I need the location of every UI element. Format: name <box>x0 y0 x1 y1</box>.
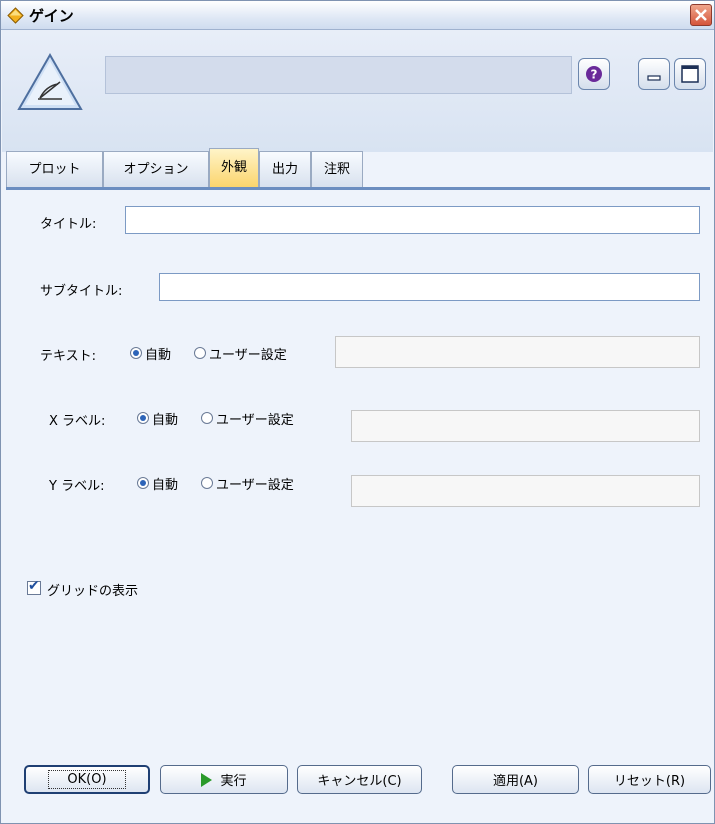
radio-unselected-icon <box>194 347 206 359</box>
xlabel-auto-label: 自動 <box>152 412 179 428</box>
tab-plot[interactable]: プロット <box>6 151 103 187</box>
radio-selected-icon <box>137 477 149 489</box>
reset-button[interactable]: リセット(R) <box>588 765 711 794</box>
dialog-window: ゲイン ? プロット オプション 外観 出力 注釈 タイトル: サブタイトル: … <box>0 0 715 824</box>
minimize-button[interactable] <box>638 58 670 90</box>
ylabel-label: Y ラベル: <box>49 479 105 494</box>
apply-button-label: 適用(A) <box>492 774 539 789</box>
subtitle-label: サブタイトル: <box>40 284 123 299</box>
ylabel-auto-radio[interactable]: 自動 <box>137 473 178 493</box>
title-label: タイトル: <box>40 217 97 232</box>
play-icon <box>201 772 213 787</box>
appearance-panel: タイトル: サブタイトル: テキスト: 自動 ユーザー設定 X ラベル: 自動 … <box>6 190 710 758</box>
ylabel-custom-input[interactable] <box>351 475 700 507</box>
minimize-icon <box>647 75 661 81</box>
radio-selected-icon <box>137 412 149 424</box>
window-title: ゲイン <box>29 7 74 25</box>
gains-chart-triangle-icon <box>17 52 83 110</box>
run-button[interactable]: 実行 <box>160 765 288 794</box>
xlabel-custom-input[interactable] <box>351 410 700 442</box>
text-custom-input[interactable] <box>335 336 700 368</box>
text-custom-label: ユーザー設定 <box>209 347 287 363</box>
close-icon <box>695 9 707 21</box>
run-button-label: 実行 <box>220 774 247 789</box>
tab-annotations[interactable]: 注釈 <box>311 151 363 187</box>
text-label: テキスト: <box>40 349 96 364</box>
xlabel-custom-label: ユーザー設定 <box>216 412 294 428</box>
cancel-button-label: キャンセル(C) <box>317 774 402 789</box>
text-custom-radio[interactable]: ユーザー設定 <box>194 343 287 363</box>
xlabel-auto-radio[interactable]: 自動 <box>137 408 178 428</box>
node-name-field <box>105 56 572 94</box>
node-header: ? <box>2 30 713 152</box>
show-grid-label: グリッドの表示 <box>47 584 139 599</box>
ylabel-auto-label: 自動 <box>152 477 179 493</box>
radio-unselected-icon <box>201 412 213 424</box>
maximize-icon <box>681 65 699 83</box>
cancel-button[interactable]: キャンセル(C) <box>297 765 422 794</box>
show-grid-checkbox[interactable] <box>27 578 41 595</box>
xlabel-custom-radio[interactable]: ユーザー設定 <box>201 408 294 428</box>
diamond-node-icon <box>7 7 24 24</box>
radio-unselected-icon <box>201 477 213 489</box>
title-input[interactable] <box>125 206 700 234</box>
button-bar: OK(O) 実行 キャンセル(C) 適用(A) リセット(R) <box>2 758 713 822</box>
maximize-button[interactable] <box>674 58 706 90</box>
tab-appearance[interactable]: 外観 <box>209 148 259 187</box>
radio-selected-icon <box>130 347 142 359</box>
help-icon: ? <box>586 66 602 82</box>
ylabel-custom-radio[interactable]: ユーザー設定 <box>201 473 294 493</box>
text-auto-label: 自動 <box>145 347 172 363</box>
help-button[interactable]: ? <box>578 58 610 90</box>
xlabel-label: X ラベル: <box>49 414 106 429</box>
subtitle-input[interactable] <box>159 273 700 301</box>
tab-output[interactable]: 出力 <box>259 151 311 187</box>
ok-button-label: OK(O) <box>48 770 126 789</box>
reset-button-label: リセット(R) <box>613 774 686 789</box>
ok-button[interactable]: OK(O) <box>24 765 150 794</box>
apply-button[interactable]: 適用(A) <box>452 765 579 794</box>
close-button[interactable] <box>690 4 712 26</box>
tab-options[interactable]: オプション <box>103 151 209 187</box>
ylabel-custom-label: ユーザー設定 <box>216 477 294 493</box>
text-auto-radio[interactable]: 自動 <box>130 343 171 363</box>
svg-text:?: ? <box>591 68 598 82</box>
title-bar[interactable]: ゲイン <box>1 1 714 30</box>
